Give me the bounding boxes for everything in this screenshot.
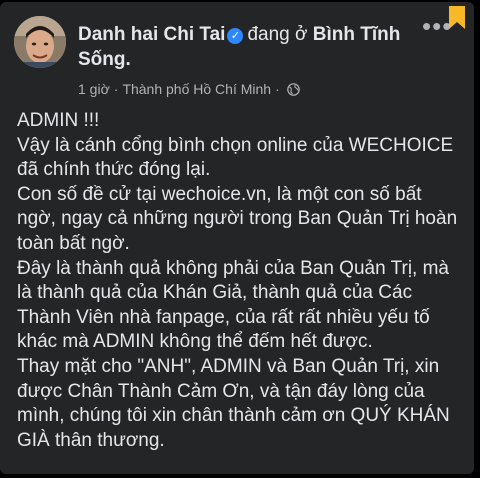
post-line: khác mà ADMIN không thể đếm hết được.	[17, 331, 373, 353]
avatar[interactable]	[14, 16, 66, 68]
location-name[interactable]: Bình Tĩnh	[313, 24, 401, 45]
author-name[interactable]: Danh hai Chi Tai	[78, 24, 225, 45]
post-line: Con số đề cử tại wechoice.vn, là một con…	[17, 183, 422, 205]
post-line: ADMIN !!!	[17, 110, 100, 131]
post-line: toàn bất ngờ.	[17, 232, 130, 254]
post-line: Đây là thành quả không phải của Ban Quản…	[17, 257, 449, 279]
post-line: mình, chúng tôi xin chân thành cảm ơn QU…	[17, 405, 450, 427]
screenshot-frame: Danh hai Chi Tai ✓ đang ở Bình Tĩnh Sống. …	[0, 0, 480, 478]
post-place[interactable]: Thành phố Hồ Chí Minh	[122, 81, 271, 97]
post-line: GIÀ thân thương.	[17, 429, 165, 451]
bookmark-icon[interactable]	[448, 6, 466, 30]
location-name-line2[interactable]: Sống.	[78, 49, 131, 70]
post-line: là thành quả của Khán Giả, thành quả của…	[17, 282, 413, 304]
post-header: Danh hai Chi Tai ✓ đang ở Bình Tĩnh Sống.	[78, 22, 408, 72]
post-line: Vậy là cánh cổng bình chọn online của WE…	[17, 134, 454, 156]
verified-badge-icon: ✓	[227, 28, 244, 44]
globe-icon[interactable]	[286, 83, 300, 96]
post-body: ADMIN !!! Vậy là cánh cổng bình chọn onl…	[17, 109, 469, 453]
avatar-image	[14, 16, 66, 68]
post-meta: 1 giờ · Thành phố Hồ Chí Minh ·	[78, 79, 300, 99]
post-line: ngờ, ngay cả những người trong Ban Quản …	[17, 208, 458, 230]
status-text: đang ở	[247, 24, 308, 45]
meta-separator-2: ·	[275, 81, 280, 97]
post-time[interactable]: 1 giờ	[78, 81, 110, 97]
post-card: Danh hai Chi Tai ✓ đang ở Bình Tĩnh Sống. …	[0, 2, 474, 474]
meta-separator: ·	[113, 81, 119, 97]
post-line: được Chân Thành Cảm Ơn, và tận đáy lòng …	[17, 380, 425, 402]
post-line: đã chính thức đóng lại.	[17, 159, 211, 181]
post-line: Thay mặt cho "ANH", ADMIN và Ban Quản Tr…	[17, 355, 440, 377]
post-line: Thành Viên nhà fanpage, của rất rất nhiề…	[17, 306, 430, 328]
